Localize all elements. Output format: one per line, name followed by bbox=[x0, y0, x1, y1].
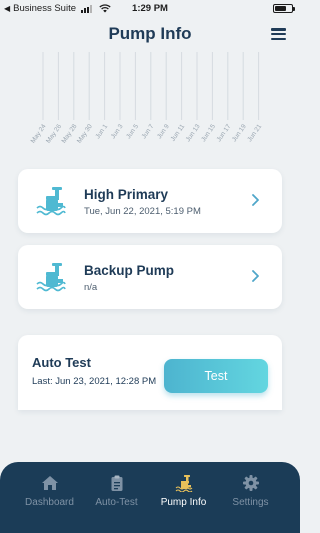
tab-settings[interactable]: Settings bbox=[213, 474, 288, 508]
hamburger-menu-icon[interactable] bbox=[271, 28, 286, 40]
home-icon bbox=[41, 476, 58, 490]
test-button[interactable]: Test bbox=[164, 359, 268, 393]
chart-x-tick-label: Jun 21 bbox=[246, 123, 263, 143]
gear-icon bbox=[242, 475, 259, 491]
status-time: 1:29 PM bbox=[132, 3, 168, 14]
chart-x-tick-label: Jun 19 bbox=[231, 123, 248, 143]
clipboard-icon bbox=[111, 475, 122, 491]
tab-label: Dashboard bbox=[25, 497, 74, 508]
pump-icon bbox=[36, 263, 66, 292]
chart-x-tick-label: Jun 13 bbox=[185, 123, 202, 143]
tab-label: Pump Info bbox=[160, 497, 207, 508]
chart-x-tick-label: Jun 3 bbox=[110, 123, 125, 140]
chart-x-tick-label: Jun 7 bbox=[141, 123, 156, 140]
tab-label: Settings bbox=[232, 497, 269, 508]
pump-card-high-primary[interactable]: High Primary Tue, Jun 22, 2021, 5:19 PM bbox=[18, 169, 282, 233]
page-title: Pump Info bbox=[108, 24, 192, 43]
chart-x-tick-label: Jun 1 bbox=[94, 123, 109, 140]
bottom-tab-bar: Dashboard Auto-Test Pump Info Settings bbox=[0, 462, 300, 533]
pump-name: Backup Pump bbox=[84, 263, 175, 278]
pump-name: High Primary bbox=[84, 187, 169, 202]
auto-test-title: Auto Test bbox=[32, 355, 91, 370]
pump-last-run: n/a bbox=[84, 282, 98, 293]
tab-label: Auto-Test bbox=[95, 497, 138, 508]
tab-pump-info[interactable]: Pump Info bbox=[146, 474, 221, 508]
chart-x-tick-label: Jun 5 bbox=[125, 123, 140, 140]
auto-test-last-run: Last: Jun 23, 2021, 12:28 PM bbox=[32, 376, 157, 387]
chart-x-tick-label: May 30 bbox=[76, 123, 94, 145]
chevron-right-icon[interactable] bbox=[251, 193, 260, 207]
pump-icon bbox=[36, 187, 66, 216]
auto-test-card: Auto Test Last: Jun 23, 2021, 12:28 PM T… bbox=[18, 335, 282, 410]
tab-auto-test[interactable]: Auto-Test bbox=[79, 474, 154, 508]
pump-last-run: Tue, Jun 22, 2021, 5:19 PM bbox=[84, 206, 201, 217]
chevron-right-icon[interactable] bbox=[251, 269, 260, 283]
pump-icon bbox=[175, 475, 192, 492]
chart-x-tick-label: Jun 9 bbox=[156, 123, 171, 140]
pump-activity-chart: May 24May 26May 28May 30 Jun 1 Jun 3 Jun 5J… bbox=[30, 52, 263, 145]
tab-dashboard[interactable]: Dashboard bbox=[12, 474, 87, 508]
chart-x-tick-label: Jun 17 bbox=[216, 123, 233, 143]
chart-x-tick-label: Jun 15 bbox=[200, 123, 217, 143]
battery-icon bbox=[273, 4, 295, 13]
pump-card-backup-pump[interactable]: Backup Pump n/a bbox=[18, 245, 282, 309]
status-bar: ◀ Business Suite 1:29 PM bbox=[0, 0, 300, 16]
